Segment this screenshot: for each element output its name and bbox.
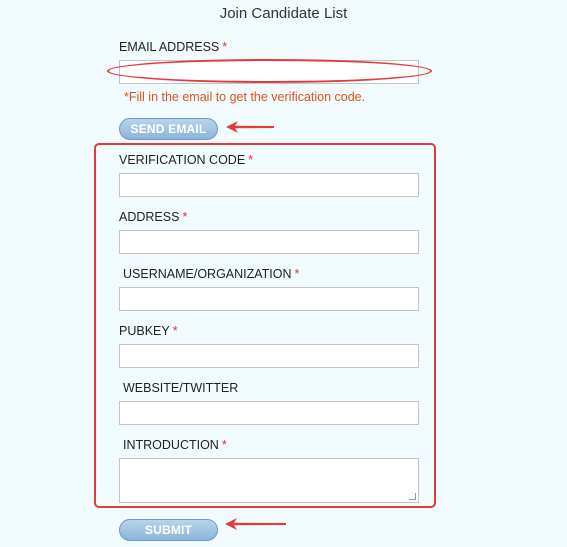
email-label: EMAIL ADDRESS * <box>119 40 227 54</box>
required-asterisk: * <box>182 210 188 224</box>
introduction-label-text: INTRODUCTION <box>123 438 219 452</box>
required-asterisk: * <box>222 40 228 54</box>
pubkey-label: PUBKEY * <box>119 324 178 338</box>
form-title: Join Candidate List <box>219 5 348 22</box>
website-input[interactable] <box>119 401 419 425</box>
introduction-textarea[interactable] <box>119 458 419 503</box>
send-email-button[interactable]: SEND EMAIL <box>119 118 218 140</box>
required-asterisk: * <box>248 153 254 167</box>
verification-code-input[interactable] <box>119 173 419 197</box>
username-label-text: USERNAME/ORGANIZATION <box>123 267 292 281</box>
required-asterisk: * <box>172 324 178 338</box>
email-hint: *Fill in the email to get the verificati… <box>124 90 366 104</box>
username-label: USERNAME/ORGANIZATION * <box>123 267 299 281</box>
resize-grip-icon[interactable] <box>409 493 416 500</box>
required-asterisk: * <box>221 438 227 452</box>
address-input[interactable] <box>119 230 419 254</box>
introduction-label: INTRODUCTION * <box>123 438 227 452</box>
email-label-text: EMAIL ADDRESS <box>119 40 220 54</box>
username-input[interactable] <box>119 287 419 311</box>
annotation-ellipse <box>107 59 432 83</box>
address-label-text: ADDRESS <box>119 210 180 224</box>
annotation-arrow-send <box>226 121 274 133</box>
pubkey-input[interactable] <box>119 344 419 368</box>
verification-code-label: VERIFICATION CODE * <box>119 153 253 167</box>
website-label-text: WEBSITE/TWITTER <box>123 381 239 395</box>
submit-button[interactable]: SUBMIT <box>119 519 218 541</box>
verification-code-label-text: VERIFICATION CODE <box>119 153 246 167</box>
website-label: WEBSITE/TWITTER <box>123 381 238 395</box>
address-label: ADDRESS * <box>119 210 187 224</box>
pubkey-label-text: PUBKEY <box>119 324 170 338</box>
required-asterisk: * <box>294 267 300 281</box>
annotation-arrow-submit <box>225 518 286 530</box>
